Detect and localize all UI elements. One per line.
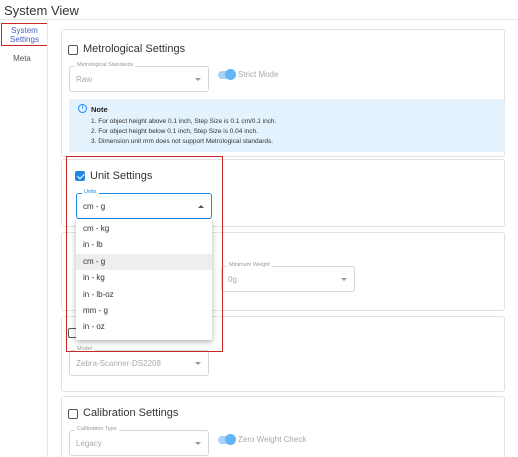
zero-weight-check-toggle[interactable] <box>218 434 236 445</box>
dropdown-option-cm-kg[interactable]: cm - kg <box>76 221 212 237</box>
field-label: Metrological Standards <box>75 62 136 69</box>
chevron-down-icon <box>195 362 201 365</box>
sidebar-item-system-settings[interactable]: System Settings <box>1 23 48 46</box>
dropdown-option-cm-g[interactable]: cm - g <box>76 254 212 270</box>
header-divider <box>0 19 518 20</box>
calibration-settings-title: Calibration Settings <box>83 407 179 419</box>
sidebar-divider <box>47 20 48 457</box>
dropdown-option-in-lb[interactable]: in - lb <box>76 237 212 253</box>
chevron-down-icon <box>195 442 201 445</box>
sidebar-item-label: Settings <box>10 35 39 44</box>
dropdown-option-in-oz[interactable]: in - oz <box>76 319 212 335</box>
dropdown-option-in-lb-oz[interactable]: in - lb-oz <box>76 287 212 303</box>
strict-mode-toggle[interactable] <box>218 69 236 80</box>
field-value: Legacy <box>76 439 102 448</box>
note-line: 2. For object height below 0.1 inch, Ste… <box>91 128 258 135</box>
note-panel: i Note 1. For object height above 0.1 in… <box>69 99 505 152</box>
field-value: Raw <box>76 75 93 84</box>
sidebar-item-meta[interactable]: Meta <box>9 54 35 63</box>
sidebar-item-label: System <box>11 26 38 35</box>
info-icon: i <box>78 104 87 113</box>
minimum-weight-select[interactable]: Minimum Weight 0g <box>221 262 355 292</box>
dropdown-option-mm-g[interactable]: mm - g <box>76 303 212 319</box>
field-value: Zebra-Scanner-DS2208 <box>76 359 161 368</box>
zero-weight-check-label: Zero Weight Check <box>238 435 307 444</box>
chevron-down-icon <box>195 78 201 81</box>
metrological-settings-title: Metrological Settings <box>83 43 186 55</box>
field-label: Calibration Type <box>75 426 119 433</box>
calibration-type-select[interactable]: Calibration Type Legacy <box>69 426 209 456</box>
note-line: 3. Dimension unit mm does not support Me… <box>91 138 274 145</box>
note-title: Note <box>91 105 108 114</box>
strict-mode-label: Strict Mode <box>238 70 279 79</box>
dropdown-option-in-kg[interactable]: in - kg <box>76 270 212 286</box>
calibration-settings-checkbox[interactable] <box>68 409 78 419</box>
page-title: System View <box>4 3 79 18</box>
field-label: Minimum Weight <box>227 262 272 269</box>
chevron-down-icon <box>341 278 347 281</box>
note-line: 1. For object height above 0.1 inch, Ste… <box>91 118 277 125</box>
metrological-settings-checkbox[interactable] <box>68 45 78 55</box>
metrological-standards-select[interactable]: Metrological Standards Raw <box>69 62 209 92</box>
units-dropdown-menu: cm - kg in - lb cm - g in - kg in - lb-o… <box>76 219 212 340</box>
scanner-model-select[interactable]: Model Zebra-Scanner-DS2208 <box>69 346 209 376</box>
field-value: 0g <box>228 275 237 284</box>
